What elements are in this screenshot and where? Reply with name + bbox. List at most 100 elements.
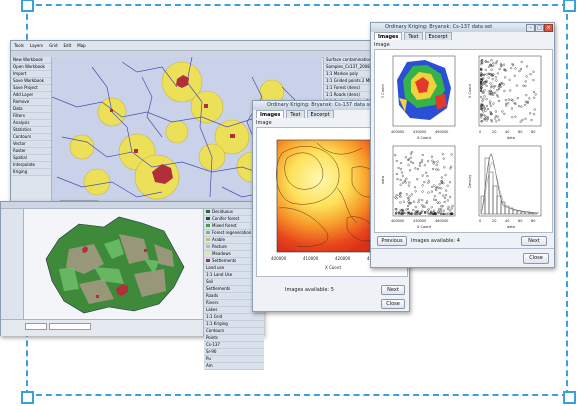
sidebar-item-label: Raster: [13, 148, 26, 153]
panel-xcoord-vs-data: 400000 430000 460000 X Coord data: [381, 145, 456, 229]
legend-swatch: [206, 231, 210, 234]
window-title: Ordinary Kriging: Bryansk: Cs-137 data s…: [267, 102, 375, 108]
x-tick-label: 400000: [391, 130, 404, 134]
tab-images[interactable]: Images: [256, 110, 285, 118]
tab-images[interactable]: Images: [374, 32, 403, 40]
legend-item[interactable]: Points: [204, 335, 264, 342]
legend-item-label: Arable: [212, 237, 225, 242]
x-axis-label: data: [507, 225, 515, 229]
legend-swatch: [206, 259, 210, 262]
legend-item-label: Lakes: [206, 307, 218, 312]
layer-item-label: 1:1 Grided points 2 MI: [326, 78, 371, 83]
sidebar-item-label: Data: [13, 106, 23, 111]
toolbar-item[interactable]: Map: [77, 41, 85, 50]
legend-item-label: Forest regeneration: [212, 230, 252, 235]
legend-swatch: [206, 224, 210, 227]
images-available-label: Images available: 4: [411, 238, 460, 244]
section-label: Image: [256, 120, 272, 126]
sidebar-item-label: Save Workbook: [13, 78, 44, 83]
sidebar-item[interactable]: Filters: [11, 113, 51, 120]
toolbar-item[interactable]: Grid: [49, 41, 57, 50]
window-title: Ordinary Kriging: Bryansk: Cs-137 data s…: [385, 24, 493, 30]
sidebar-item-label: Vector: [13, 141, 26, 146]
frame-corner-handle: [563, 0, 576, 12]
legend-item[interactable]: Am: [204, 363, 264, 370]
gis-top-toolbar: Tools Layers Grid Edit Map: [11, 41, 373, 51]
legend-item-label: 1:1 Kriging: [206, 321, 228, 326]
kriging-diagnostic-plots: 400000 430000 460000 X Coord Y Coord 0 2…: [381, 55, 542, 229]
close-icon[interactable]: ×: [544, 24, 553, 32]
toolbar-item[interactable]: Layers: [30, 41, 43, 50]
legend-item[interactable]: Sr-90: [204, 349, 264, 356]
sidebar-item[interactable]: Raster: [11, 148, 51, 155]
gis-bottom-map[interactable]: [24, 209, 202, 319]
x-tick-label: 0: [479, 130, 481, 134]
legend-item[interactable]: Contours: [204, 328, 264, 335]
scale-field[interactable]: [49, 323, 91, 330]
x-axis-label: data: [507, 136, 515, 140]
minimize-icon[interactable]: –: [526, 24, 535, 32]
layer-item[interactable]: 1:1 Forest (dens): [324, 85, 374, 92]
tab-text[interactable]: Text: [404, 32, 423, 40]
sidebar-item[interactable]: Save Workbook: [11, 78, 51, 85]
toolbar-item[interactable]: Tools: [14, 41, 24, 50]
tab-text[interactable]: Text: [286, 110, 305, 118]
sidebar-item[interactable]: Data: [11, 106, 51, 113]
layer-item-label: Samples_Cs137_2008.shp: [326, 64, 374, 69]
tab-excerpt[interactable]: Excerpt: [424, 32, 452, 40]
sidebar-item[interactable]: Spatial: [11, 155, 51, 162]
gis-bottom-toolbar[interactable]: [1, 202, 263, 209]
x-axis-label: X Coord: [417, 136, 431, 140]
sidebar-item[interactable]: Vector: [11, 141, 51, 148]
legend-swatch: [206, 252, 210, 255]
close-button[interactable]: Close: [381, 299, 405, 309]
divider: [371, 248, 554, 249]
next-button[interactable]: Next: [521, 236, 547, 246]
x-axis-label: X Coord: [417, 225, 431, 229]
coord-field[interactable]: [25, 323, 47, 330]
sidebar-item[interactable]: Import: [11, 71, 51, 78]
legend-item-label: Rivers: [206, 300, 219, 305]
sidebar-item[interactable]: Remove: [11, 99, 51, 106]
land-use-map: [45, 216, 185, 314]
legend-item[interactable]: 1:1 Kriging: [204, 321, 264, 328]
sidebar-item-label: Statistics: [13, 127, 32, 132]
sidebar-item-label: Import: [13, 71, 27, 76]
legend-item[interactable]: Pu: [204, 356, 264, 363]
x-tick-label: 40: [505, 219, 509, 223]
sidebar-item[interactable]: Add Layer: [11, 92, 51, 99]
toolbar-item[interactable]: Edit: [64, 41, 72, 50]
sidebar-item[interactable]: Open Workbook: [11, 64, 51, 71]
frame-corner-handle: [563, 391, 576, 404]
y-axis-label: data: [381, 176, 385, 184]
x-tick-label: 430000: [413, 130, 426, 134]
kriging-front-image: 400000 430000 460000 X Coord Y Coord 0 2…: [374, 49, 553, 233]
layer-item[interactable]: 1:1 Markov poly: [324, 71, 374, 78]
sidebar-item[interactable]: Contours: [11, 134, 51, 141]
legend-item-label: Am: [206, 363, 213, 368]
layer-item[interactable]: Samples_Cs137_2008.shp: [324, 64, 374, 71]
sidebar-item[interactable]: Kriging: [11, 169, 51, 176]
sidebar-item[interactable]: Save Project: [11, 85, 51, 92]
sidebar-item-label: New Workbook: [13, 57, 43, 62]
sidebar-item[interactable]: New Workbook: [11, 57, 51, 64]
sidebar-item[interactable]: Interpolate: [11, 162, 51, 169]
sidebar-item[interactable]: Analysis: [11, 120, 51, 127]
sidebar-item-label: Contours: [13, 134, 32, 139]
close-button[interactable]: Close: [523, 253, 549, 264]
legend-item[interactable]: 1:1 Grid: [204, 314, 264, 321]
next-button[interactable]: Next: [381, 285, 405, 295]
tab-excerpt[interactable]: Excerpt: [306, 110, 334, 118]
previous-button[interactable]: Previous: [377, 236, 407, 246]
sidebar-item-label: Add Layer: [13, 92, 34, 97]
layer-item[interactable]: 1:1 Roads (dens): [324, 92, 374, 99]
sidebar-item-label: Interpolate: [13, 162, 35, 167]
legend-item-label: Sr-90: [206, 349, 217, 354]
sidebar-item[interactable]: Statistics: [11, 127, 51, 134]
layer-item[interactable]: 1:1 Grided points 2 MI: [324, 78, 374, 85]
x-tick-label: 460000: [435, 219, 448, 223]
layer-item[interactable]: Surface contamination Cs-137: [324, 57, 374, 64]
legend-swatch: [206, 238, 210, 241]
legend-item[interactable]: Cs-137: [204, 342, 264, 349]
maximize-icon[interactable]: □: [535, 24, 544, 32]
